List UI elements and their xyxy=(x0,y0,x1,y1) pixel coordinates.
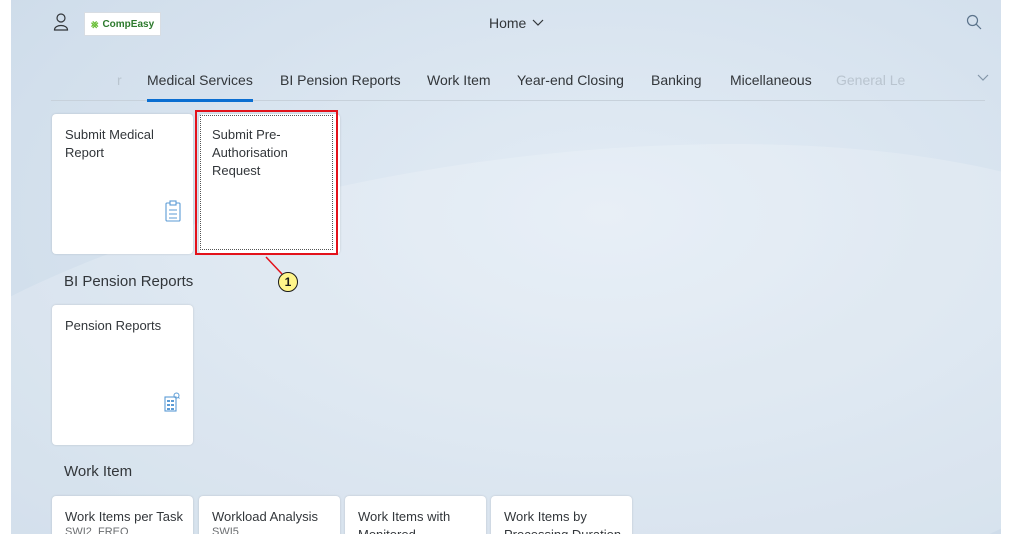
tile-work-items-with-monitored[interactable]: Work Items with Monitored... xyxy=(345,496,486,534)
logo-mark-icon: ⨳ xyxy=(91,16,99,31)
tile-subtitle: SWI5 xyxy=(212,526,239,534)
tile-subtitle: SWI2_FREQ xyxy=(65,526,129,534)
anchor-navigation-bar: r Medical Services BI Pension Reports Wo… xyxy=(51,56,989,102)
tile-title: Work Items per Task xyxy=(65,509,183,524)
tab-micellaneous[interactable]: Micellaneous xyxy=(730,72,812,88)
tile-title: Work Items with Monitored... xyxy=(358,509,451,534)
chevron-down-icon xyxy=(532,19,544,26)
home-menu[interactable]: Home xyxy=(489,15,544,31)
clipboard-icon xyxy=(165,200,181,222)
logo-text: CompEasy xyxy=(102,18,155,30)
section-title-work-item: Work Item xyxy=(64,463,133,480)
step-badge: 1 xyxy=(278,272,298,292)
tab-bi-pension-reports[interactable]: BI Pension Reports xyxy=(280,72,401,88)
tile-work-items-per-task[interactable]: Work Items per Task SWI2_FREQ xyxy=(52,496,193,534)
tab-general-ledger-partial[interactable]: General Le xyxy=(836,72,905,88)
tab-prev-partial[interactable]: r xyxy=(117,72,122,88)
tile-work-items-by-processing-duration[interactable]: Work Items by Processing Duration xyxy=(491,496,632,534)
company-logo[interactable]: ⨳ CompEasy xyxy=(84,12,162,36)
shell-bar: ⨳ CompEasy Home xyxy=(11,0,1001,48)
focus-outline xyxy=(200,115,333,250)
tile-title: Pension Reports xyxy=(65,318,162,333)
tab-work-item[interactable]: Work Item xyxy=(427,72,491,88)
launchpad-frame: ⨳ CompEasy Home r Medical Services BI Pe… xyxy=(11,0,1001,534)
tab-year-end-closing[interactable]: Year-end Closing xyxy=(517,72,624,88)
report-icon xyxy=(164,392,180,412)
highlight-box xyxy=(195,110,338,255)
tab-medical-services[interactable]: Medical Services xyxy=(147,72,253,102)
tile-title: Work Items by Processing Duration xyxy=(504,509,621,534)
tile-workload-analysis[interactable]: Workload Analysis SWI5 xyxy=(199,496,340,534)
search-icon[interactable] xyxy=(966,14,982,30)
section-title-bi-pension-reports: BI Pension Reports xyxy=(64,273,194,290)
tile-pension-reports[interactable]: Pension Reports xyxy=(52,305,193,445)
tile-title: Workload Analysis xyxy=(212,509,318,524)
chevron-down-icon[interactable] xyxy=(976,70,990,84)
home-title: Home xyxy=(489,15,527,31)
user-icon[interactable] xyxy=(53,13,69,31)
tab-banking[interactable]: Banking xyxy=(651,72,702,88)
tile-submit-medical-report[interactable]: Submit Medical Report xyxy=(52,114,193,254)
tile-title: Submit Medical Report xyxy=(65,127,154,160)
